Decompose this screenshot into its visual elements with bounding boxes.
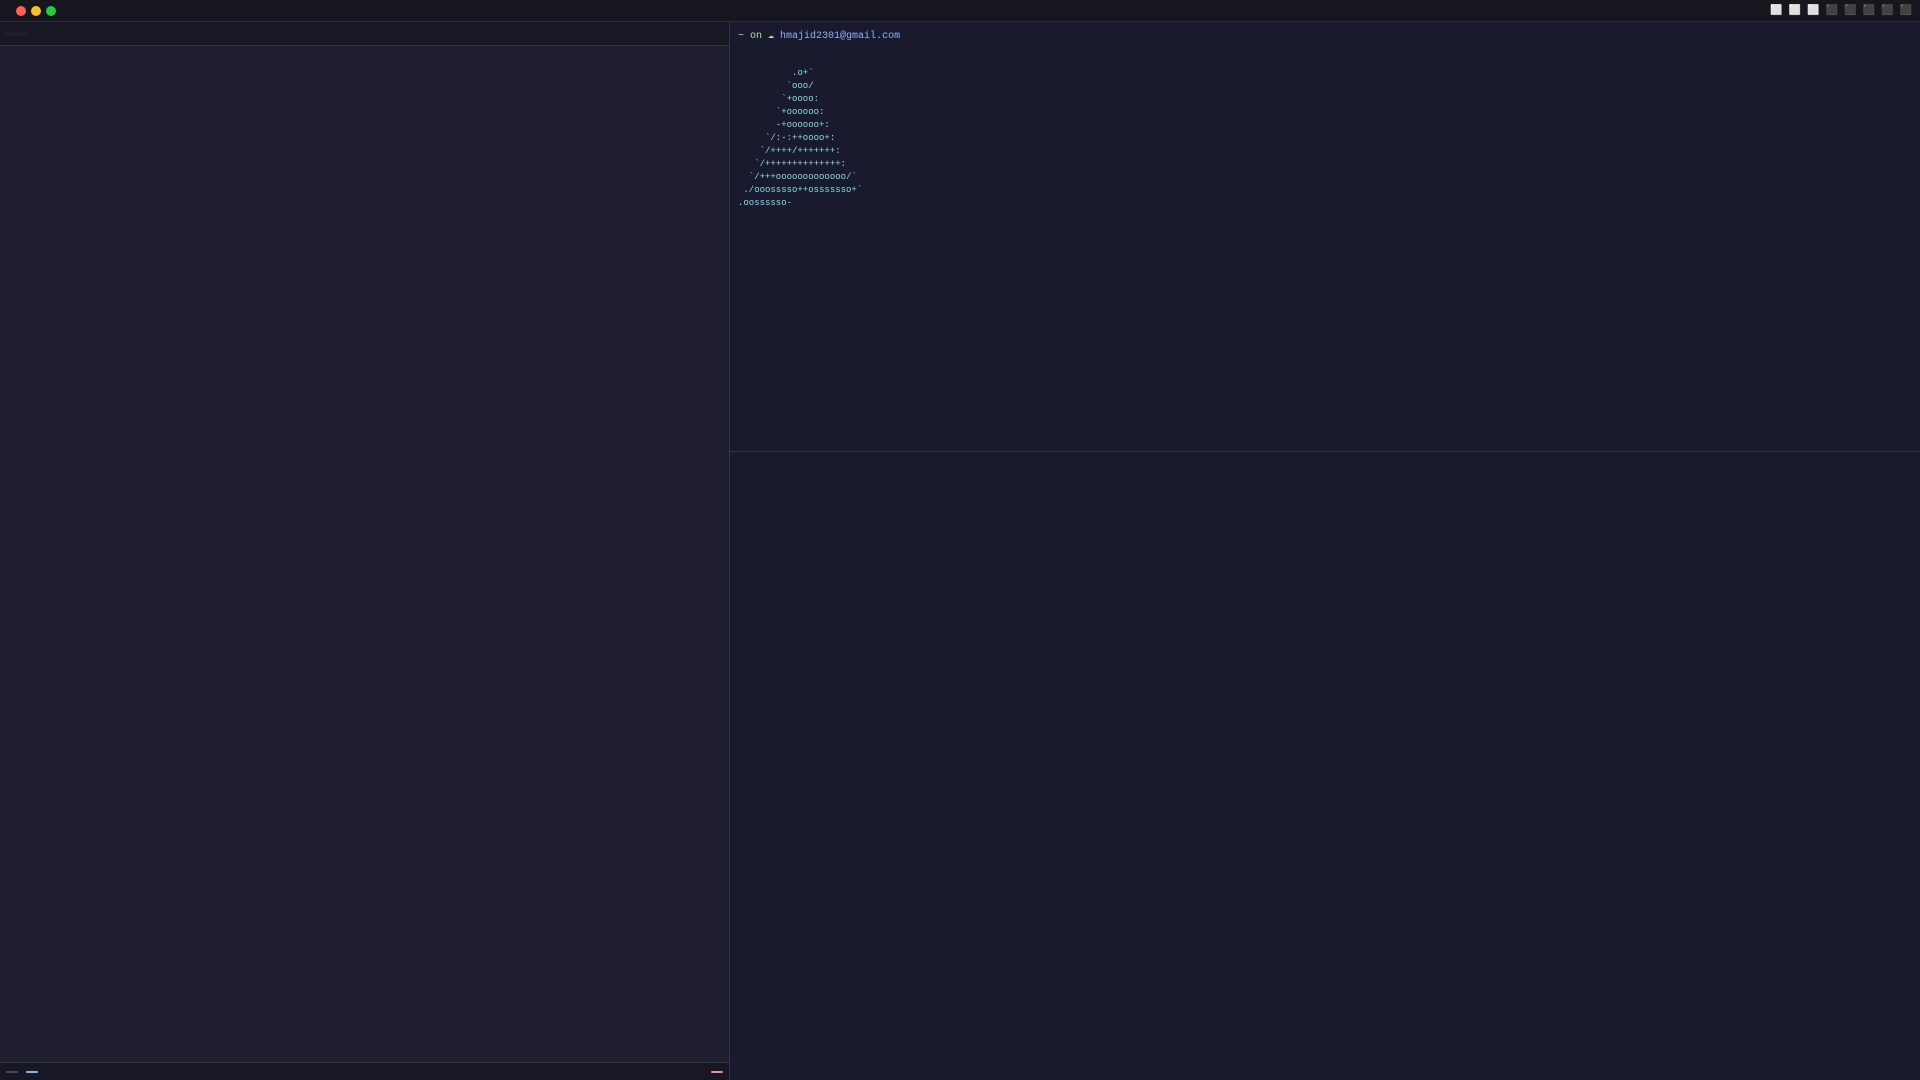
tab-bar [0, 22, 729, 46]
status-left [6, 1071, 38, 1073]
editor-pane [0, 22, 730, 1080]
status-bar [0, 1062, 729, 1080]
main-container: ~ on ☁ hmajid2301@gmail.com .o+` `ooo/ `… [0, 22, 1920, 1080]
neofetch-ascii-art: .o+` `ooo/ `+oooo: `+oooooo: -+oooooo+: … [738, 54, 862, 210]
prompt-icon: ☁ [768, 30, 774, 42]
terminal-prompt-top: ~ on ☁ hmajid2301@gmail.com [738, 30, 1912, 42]
editor-content [0, 46, 729, 1062]
terminal-pane: ~ on ☁ hmajid2301@gmail.com .o+` `ooo/ `… [730, 22, 1920, 1080]
prompt-on-label: ~ on [738, 31, 762, 42]
close-dot[interactable] [16, 6, 26, 16]
terminal-top: ~ on ☁ hmajid2301@gmail.com .o+` `ooo/ `… [730, 22, 1920, 452]
tab-tmux-conf[interactable] [4, 32, 28, 36]
window-controls [16, 6, 56, 16]
neofetch-container: .o+` `ooo/ `+oooo: `+oooooo: -+oooooo+: … [738, 54, 1912, 210]
status-fish-badge [26, 1071, 38, 1073]
prompt-email: hmajid2301@gmail.com [780, 31, 900, 42]
status-right [699, 1071, 723, 1073]
window-buttons: ⬜ ⬜ ⬜ ⬛ ⬛ ⬛ ⬛ ⬛ [1770, 5, 1912, 17]
status-tmux-badge [6, 1071, 18, 1073]
maximize-dot[interactable] [46, 6, 56, 16]
status-branch-badge [711, 1071, 723, 1073]
minimize-dot[interactable] [31, 6, 41, 16]
titlebar: ⬜ ⬜ ⬜ ⬛ ⬛ ⬛ ⬛ ⬛ [0, 0, 1920, 22]
titlebar-right-controls: ⬜ ⬜ ⬜ ⬛ ⬛ ⬛ ⬛ ⬛ [1770, 5, 1912, 17]
